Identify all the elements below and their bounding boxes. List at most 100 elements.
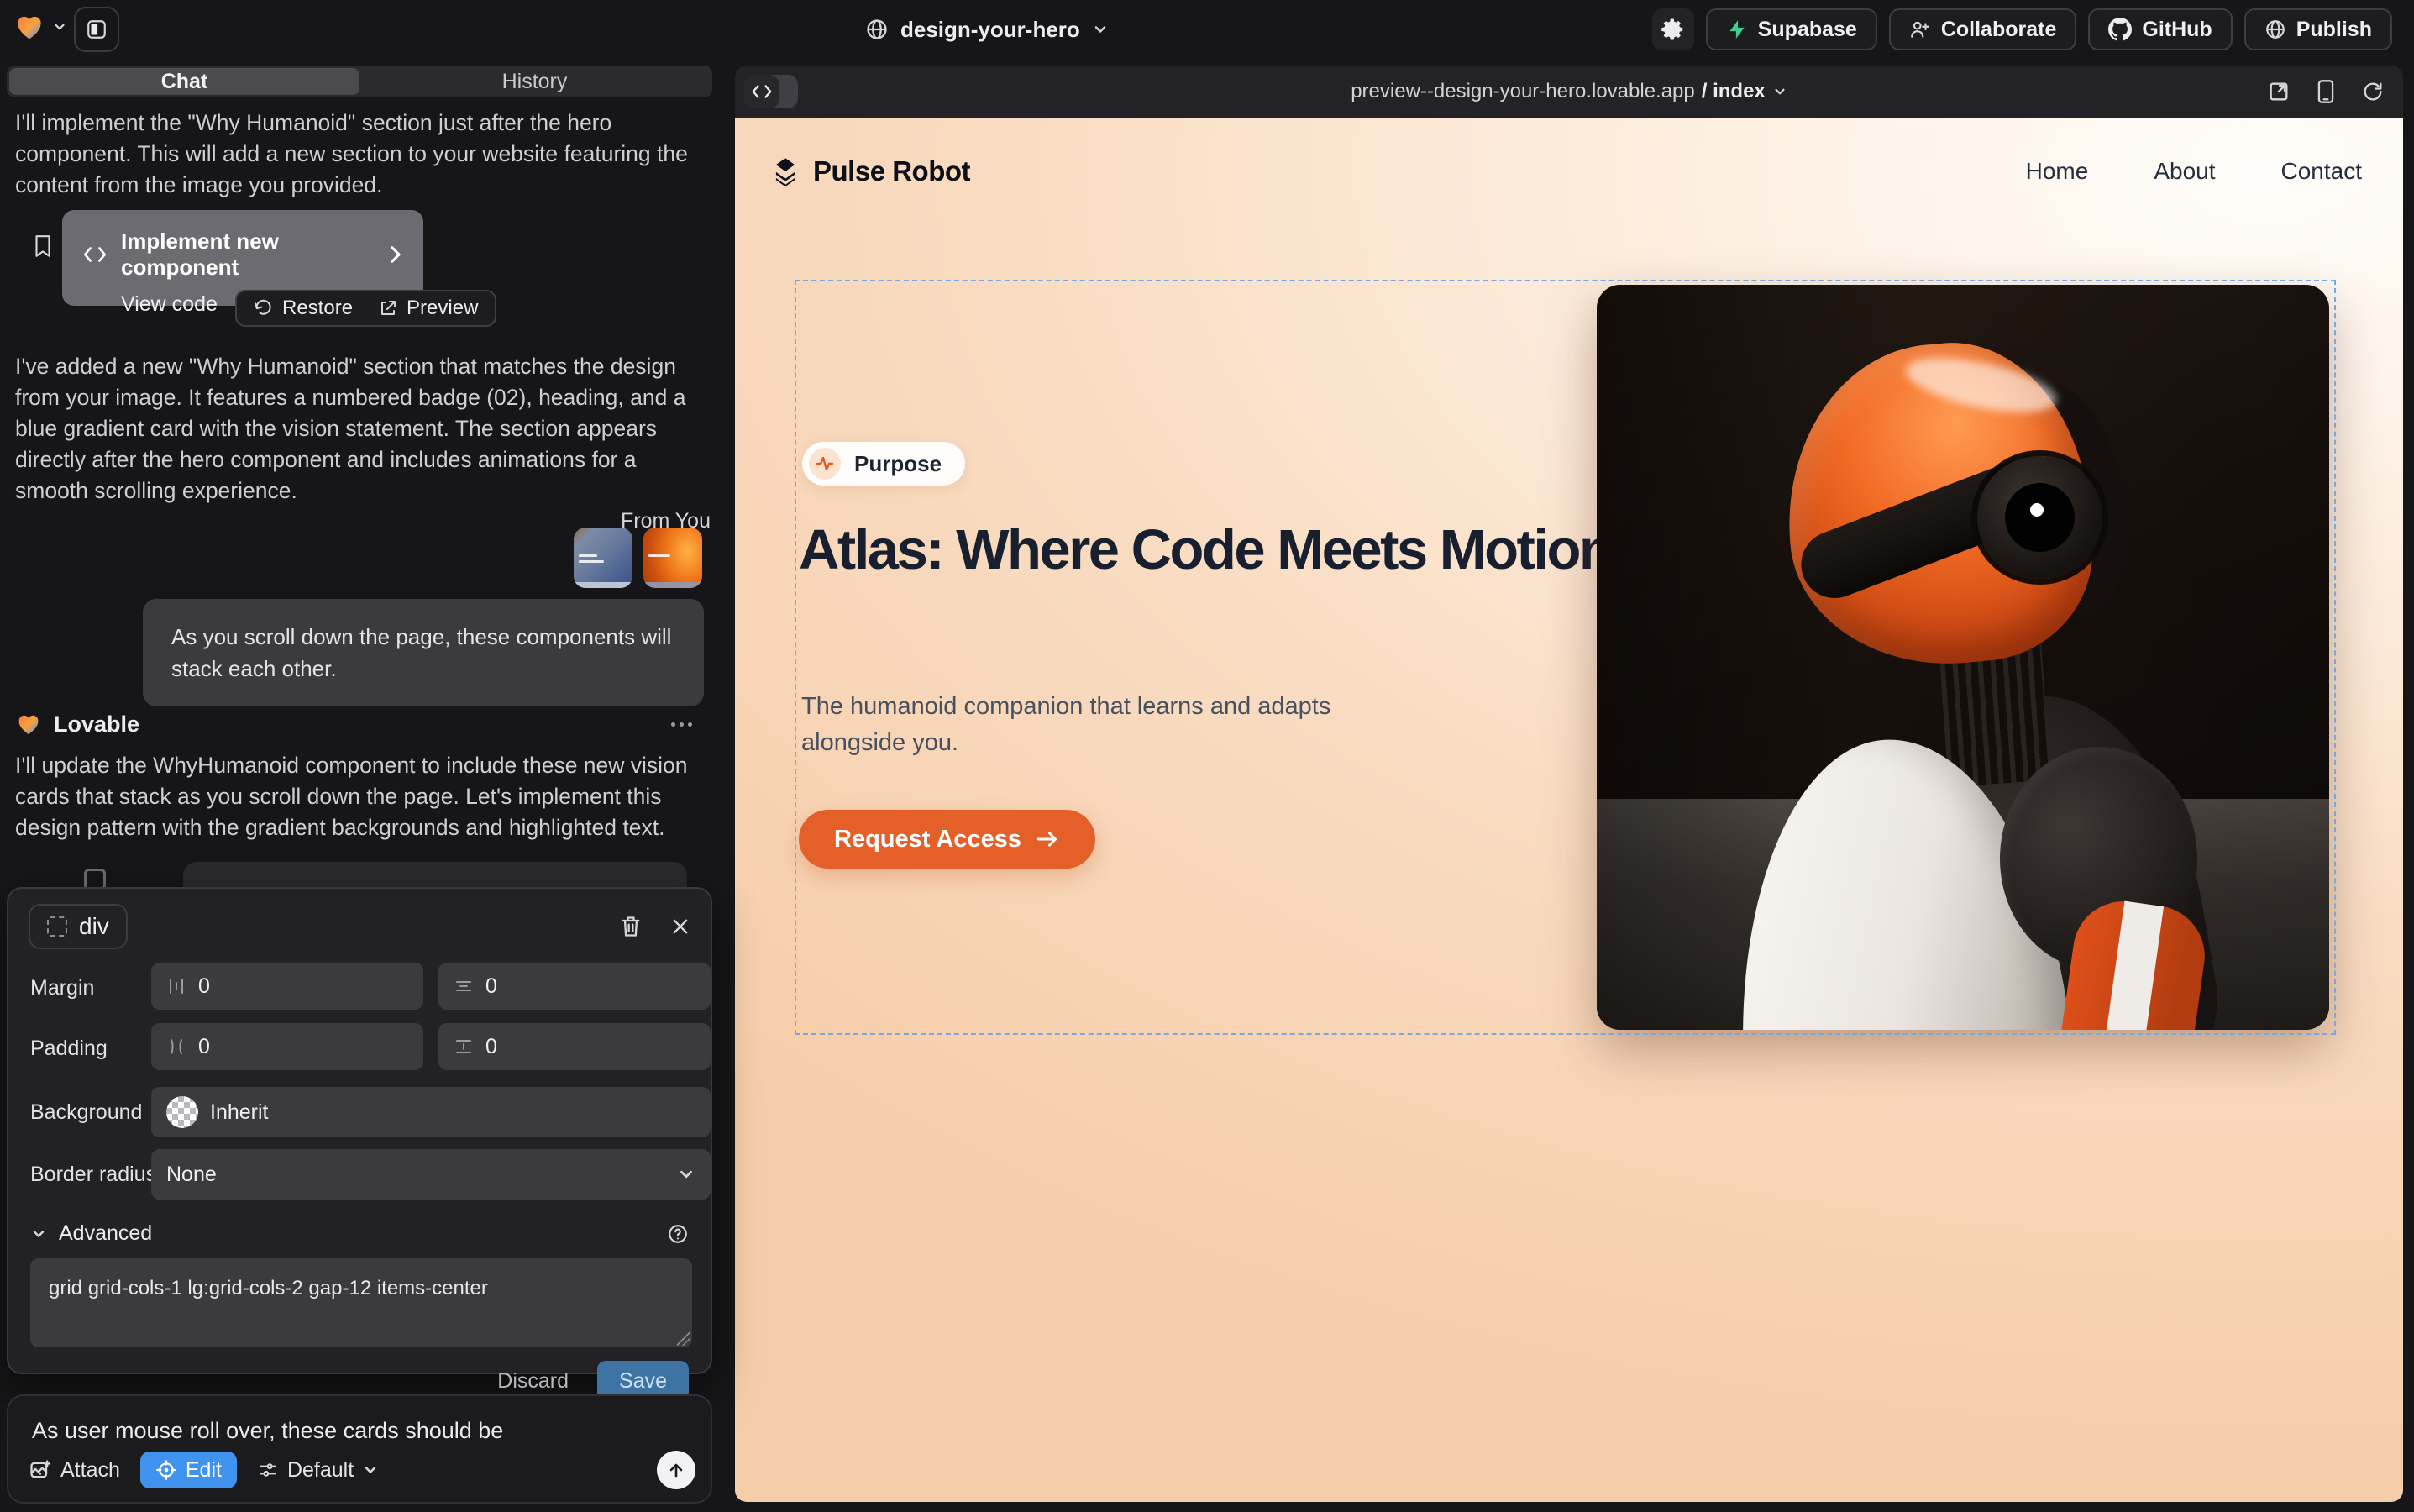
- tab-chat[interactable]: Chat: [9, 68, 359, 95]
- close-inspector-button[interactable]: [670, 916, 690, 937]
- sliders-icon: [257, 1459, 279, 1481]
- attachment-thumbnail-orange[interactable]: [643, 528, 702, 588]
- hero-robot-image: [1597, 285, 2329, 1030]
- assistant-message: I've added a new "Why Humanoid" section …: [15, 351, 704, 507]
- chevron-down-icon: [1092, 21, 1109, 38]
- gear-icon: [1661, 17, 1686, 42]
- supabase-icon: [1726, 18, 1748, 40]
- preview-path: / index: [1702, 80, 1766, 103]
- bookmark-icon[interactable]: [32, 234, 54, 259]
- preview-topbar: preview--design-your-hero.lovable.app / …: [735, 66, 2403, 118]
- pulse-icon: [809, 448, 841, 480]
- border-radius-select[interactable]: None: [151, 1149, 711, 1200]
- globe-icon: [2264, 18, 2286, 40]
- border-radius-label: Border radius: [30, 1163, 156, 1187]
- padding-y-input[interactable]: 0: [438, 1023, 711, 1070]
- sidebar-toggle-button[interactable]: [74, 7, 119, 52]
- nav-link-home[interactable]: Home: [2026, 158, 2089, 185]
- model-mode-selector[interactable]: Default: [257, 1458, 379, 1483]
- delete-element-button[interactable]: [620, 915, 642, 938]
- assistant-message: I'll implement the "Why Humanoid" sectio…: [15, 108, 704, 201]
- assistant-header-row: Lovable: [15, 711, 704, 738]
- chevron-down-icon: [1772, 84, 1787, 99]
- code-icon: [82, 244, 108, 265]
- arrow-up-icon: [666, 1460, 686, 1480]
- arrow-right-icon: [1035, 829, 1060, 849]
- badge-label: Purpose: [854, 451, 942, 477]
- nav-link-about[interactable]: About: [2154, 158, 2215, 185]
- collaborate-button[interactable]: Collaborate: [1889, 8, 2077, 50]
- assistant-name: Lovable: [54, 711, 139, 738]
- site-brand[interactable]: Pulse Robot: [769, 155, 970, 187]
- panel-icon: [86, 18, 108, 40]
- padding-label: Padding: [30, 1037, 108, 1061]
- margin-x-input[interactable]: 0: [151, 963, 423, 1010]
- topbar-actions: Supabase Collaborate Git: [1652, 8, 2392, 50]
- publish-button[interactable]: Publish: [2244, 8, 2392, 50]
- mobile-view-button[interactable]: [2316, 79, 2336, 104]
- attach-button[interactable]: Attach: [29, 1458, 120, 1483]
- lovable-heart-icon: [15, 711, 42, 738]
- chat-history-tabs: Chat History: [7, 66, 712, 97]
- chevron-right-icon: [388, 245, 403, 264]
- site-page: Pulse Robot Home About Contact Purpose A…: [735, 118, 2403, 1502]
- send-message-button[interactable]: [657, 1451, 695, 1489]
- project-name: design-your-hero: [900, 17, 1080, 43]
- project-selector[interactable]: design-your-hero: [865, 10, 1109, 49]
- person-add-icon: [1909, 18, 1931, 40]
- transparency-swatch-icon: [166, 1096, 198, 1128]
- thumbnail-text-lines: [579, 554, 604, 566]
- assistant-message: I'll update the WhyHumanoid component to…: [15, 750, 704, 843]
- preview-url: preview--design-your-hero.lovable.app: [1351, 80, 1695, 103]
- composer-input[interactable]: As user mouse roll over, these cards sho…: [32, 1418, 687, 1444]
- purpose-badge: Purpose: [802, 442, 965, 486]
- user-message-bubble: As you scroll down the page, these compo…: [143, 599, 704, 706]
- lovable-logo-menu[interactable]: [13, 11, 67, 43]
- margin-label: Margin: [30, 976, 94, 1000]
- preview-button[interactable]: Preview: [378, 297, 478, 320]
- preview-url-bar[interactable]: preview--design-your-hero.lovable.app / …: [735, 66, 2403, 118]
- layers-icon: [769, 155, 801, 187]
- lovable-app: design-your-hero Supabase: [0, 0, 2414, 1512]
- chevron-down-icon[interactable]: [30, 1226, 47, 1242]
- chevron-down-icon: [52, 19, 67, 34]
- preview-panel: preview--design-your-hero.lovable.app / …: [735, 66, 2403, 1502]
- more-options-icon[interactable]: [671, 722, 704, 727]
- margin-y-input[interactable]: 0: [438, 963, 711, 1010]
- chevron-down-icon: [362, 1462, 379, 1478]
- restore-button[interactable]: Restore: [254, 297, 353, 320]
- help-icon[interactable]: [667, 1223, 689, 1245]
- hero-title: Atlas: Where Code Meets Motion: [799, 512, 1622, 587]
- attach-image-icon: [29, 1458, 52, 1482]
- padding-x-input[interactable]: 0: [151, 1023, 423, 1070]
- chat-composer: As user mouse roll over, these cards sho…: [7, 1394, 712, 1504]
- globe-icon: [865, 18, 889, 41]
- request-access-button[interactable]: Request Access: [799, 810, 1095, 869]
- discard-button[interactable]: Discard: [497, 1369, 569, 1394]
- element-tag: div: [79, 913, 109, 940]
- selected-element-chip[interactable]: div: [29, 904, 128, 949]
- settings-button[interactable]: [1652, 8, 1694, 50]
- restore-icon: [254, 298, 274, 318]
- external-link-icon: [378, 298, 398, 318]
- thumbnail-text-lines: [648, 554, 674, 560]
- supabase-button[interactable]: Supabase: [1706, 8, 1877, 50]
- lovable-heart-icon: [13, 11, 45, 43]
- edit-mode-button[interactable]: Edit: [140, 1452, 237, 1488]
- tool-card-title: Implement new component: [121, 228, 361, 281]
- background-input[interactable]: Inherit: [151, 1087, 711, 1137]
- refresh-button[interactable]: [2361, 80, 2385, 103]
- open-in-new-tab-button[interactable]: [2267, 80, 2291, 103]
- site-header: Pulse Robot Home About Contact: [769, 148, 2362, 195]
- attachment-thumbnail-blue[interactable]: [574, 528, 632, 588]
- nav-link-contact[interactable]: Contact: [2281, 158, 2363, 185]
- github-button[interactable]: GitHub: [2088, 8, 2232, 50]
- tab-history[interactable]: History: [359, 68, 710, 95]
- resize-handle[interactable]: [677, 1332, 690, 1346]
- margin-y-icon: [454, 976, 474, 996]
- target-icon: [155, 1459, 177, 1481]
- restore-preview-toolbar: Restore Preview: [235, 290, 496, 327]
- chat-panel: Chat History I'll implement the "Why Hum…: [7, 66, 712, 1504]
- tailwind-classes-textarea[interactable]: grid grid-cols-1 lg:grid-cols-2 gap-12 i…: [30, 1258, 692, 1347]
- padding-y-icon: [454, 1037, 474, 1057]
